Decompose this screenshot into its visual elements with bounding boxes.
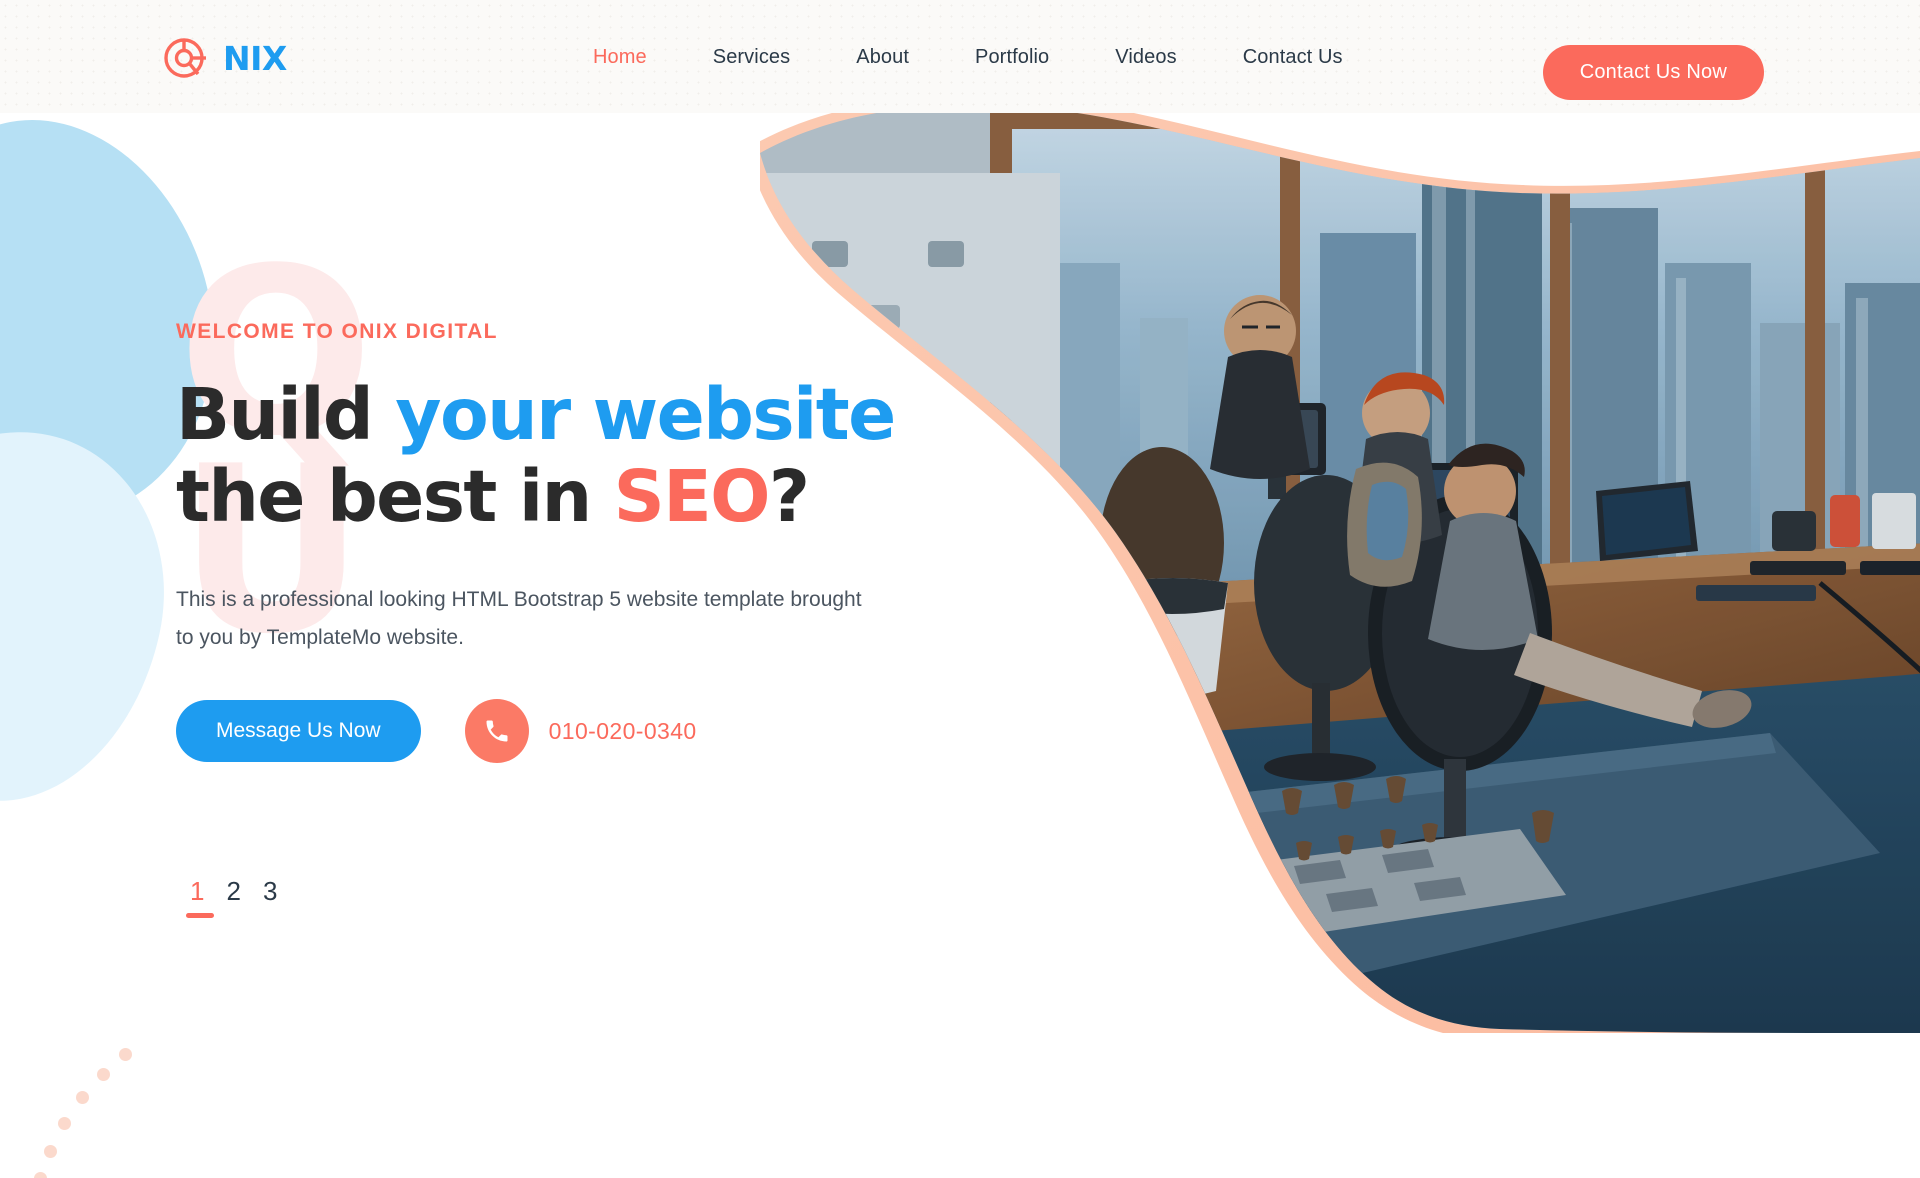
hero-phone-contact[interactable]: 010-020-0340 (464, 699, 697, 764)
headline-segment-seo: SEO (613, 455, 771, 539)
headline-segment-build: Build (176, 373, 396, 456)
hero-actions: Message Us Now 010-020-0340 (176, 699, 896, 764)
brand-logo[interactable]: NIX (162, 34, 287, 82)
contact-us-now-button[interactable]: Contact Us Now (1542, 45, 1764, 100)
phone-number: 010-020-0340 (548, 717, 697, 744)
site-header: NIX Home Services About Portfolio Videos… (0, 0, 1920, 113)
nav-item-portfolio[interactable]: Portfolio (942, 46, 1082, 69)
decorative-dot-arc (0, 1020, 200, 1178)
hero-slider-pagination: 1 2 3 (185, 878, 277, 918)
nav-item-videos[interactable]: Videos (1082, 46, 1209, 69)
pagination-item-1[interactable]: 1 (185, 878, 215, 918)
pagination-item-3[interactable]: 3 (263, 878, 277, 918)
hero-eyebrow: WELCOME TO ONIX DIGITAL (176, 320, 498, 343)
main-navigation: Home Services About Portfolio Videos Con… (560, 46, 1376, 69)
headline-segment-question-mark: ? (768, 455, 810, 539)
nav-item-home[interactable]: Home (560, 46, 680, 69)
hero-photo-content (760, 113, 1920, 1033)
phone-icon (464, 699, 529, 764)
nav-item-services[interactable]: Services (680, 46, 824, 69)
headline-segment-the-best-in: the best in (176, 455, 614, 539)
hero-content: WELCOME TO ONIX DIGITAL Build your websi… (176, 320, 896, 764)
pagination-item-2[interactable]: 2 (226, 878, 240, 918)
nav-item-about[interactable]: About (823, 46, 942, 69)
hero-image-blob (760, 113, 1920, 1033)
headline-segment-your-website: your website (395, 373, 896, 456)
hero-paragraph: This is a professional looking HTML Boot… (176, 587, 862, 649)
hero-landing-page: Q U NIX Home Services About Portfolio Vi… (0, 0, 1920, 1178)
hero-headline: Build your website the best in SEO? (176, 373, 896, 539)
brand-name: NIX (223, 38, 287, 78)
message-us-now-button[interactable]: Message Us Now (176, 700, 421, 763)
nav-item-contact-us[interactable]: Contact Us (1210, 46, 1376, 69)
onix-circle-logo-icon (164, 38, 206, 78)
